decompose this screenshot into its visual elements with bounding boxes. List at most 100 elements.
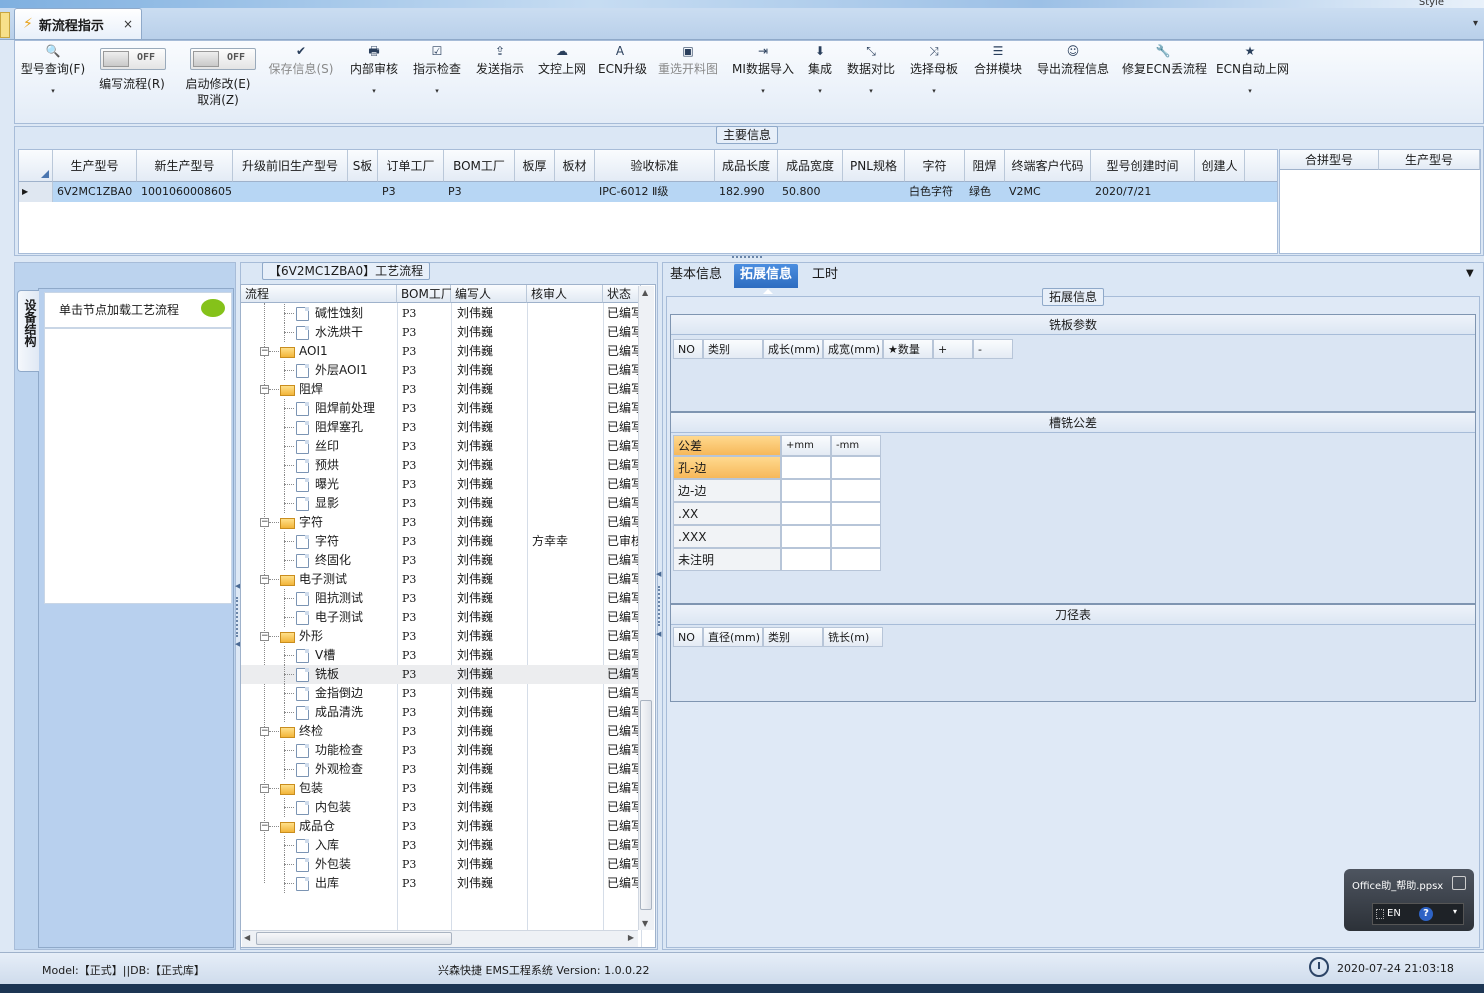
column-header[interactable]: 验收标准 <box>595 150 715 182</box>
data-compare-button[interactable]: ⤡ 数据对比 ▾ <box>845 40 897 120</box>
column-header[interactable]: 字符 <box>905 150 965 182</box>
flow-column-header[interactable]: 核审人 <box>527 285 603 303</box>
milling-column-header[interactable]: ★数量 <box>883 339 933 359</box>
plus-mm-header[interactable]: +mm <box>781 435 831 456</box>
flow-row[interactable]: 阻焊塞孔 P3 刘伟巍 已编写 <box>241 418 641 437</box>
table-cell[interactable] <box>555 182 595 202</box>
tolerance-plus-cell[interactable] <box>781 525 831 548</box>
column-header[interactable]: 订单工厂 <box>378 150 444 182</box>
table-cell[interactable]: IPC-6012 Ⅱ级 <box>595 182 715 202</box>
collapse-icon[interactable]: − <box>260 822 269 831</box>
table-cell[interactable] <box>233 182 348 202</box>
tab-new-flow[interactable]: ⚡ 新流程指示 × <box>14 8 142 39</box>
flow-row[interactable]: 外观检查 P3 刘伟巍 已编写 <box>241 760 641 779</box>
doc-control-online-button[interactable]: ☁ 文控上网 <box>536 40 588 120</box>
flow-row[interactable]: 终固化 P3 刘伟巍 已编写 <box>241 551 641 570</box>
tolerance-row-label[interactable]: 孔-边 <box>673 456 781 479</box>
flow-row[interactable]: 阻焊前处理 P3 刘伟巍 已编写 <box>241 399 641 418</box>
close-icon[interactable]: × <box>123 17 133 31</box>
flow-row[interactable]: 外包装 P3 刘伟巍 已编写 <box>241 855 641 874</box>
milling-column-header[interactable]: 成宽(mm) <box>823 339 883 359</box>
production-model-header[interactable]: 生产型号 <box>1379 150 1480 170</box>
flow-row[interactable]: − 外形 P3 刘伟巍 已编写 <box>241 627 641 646</box>
collapse-icon[interactable]: − <box>260 784 269 793</box>
milling-column-header[interactable]: NO <box>673 339 703 359</box>
tolerance-minus-cell[interactable] <box>831 525 881 548</box>
chevron-down-icon[interactable]: ▾ <box>909 87 959 95</box>
query-model-button[interactable]: 🔍 型号查询(F) ▾ <box>18 40 88 120</box>
milling-column-header[interactable]: 成长(mm) <box>763 339 823 359</box>
flow-row[interactable]: 字符 P3 刘伟巍 方幸幸 已审核 <box>241 532 641 551</box>
merge-model-header[interactable]: 合拼型号 <box>1280 150 1379 170</box>
splitter-grip[interactable] <box>732 256 762 260</box>
table-cell[interactable]: P3 <box>444 182 515 202</box>
flow-row[interactable]: − 字符 P3 刘伟巍 已编写 <box>241 513 641 532</box>
flow-row[interactable]: − 电子测试 P3 刘伟巍 已编写 <box>241 570 641 589</box>
flow-column-header[interactable]: 状态 <box>603 285 641 303</box>
flow-row[interactable]: 水洗烘干 P3 刘伟巍 已编写 <box>241 323 641 342</box>
tab-dropdown-icon[interactable]: ▼ <box>1466 268 1474 279</box>
table-cell[interactable]: 10010600086051 <box>137 182 233 202</box>
flow-row[interactable]: − 终检 P3 刘伟巍 已编写 <box>241 722 641 741</box>
flow-row[interactable]: 曝光 P3 刘伟巍 已编写 <box>241 475 641 494</box>
collapse-icon[interactable]: − <box>260 727 269 736</box>
node-hint[interactable]: 单击节点加载工艺流程 <box>44 292 232 328</box>
chevron-down-icon[interactable]: ▾ <box>412 87 462 95</box>
tool-column-header[interactable]: 直径(mm) <box>703 627 763 647</box>
file-icon[interactable] <box>1452 876 1466 890</box>
tolerance-header[interactable]: 公差 <box>673 435 781 456</box>
flow-row[interactable]: − AOI1 P3 刘伟巍 已编写 <box>241 342 641 361</box>
chevron-down-icon[interactable]: ▾ <box>845 87 897 95</box>
tolerance-row-label[interactable]: .XX <box>673 502 781 525</box>
column-header[interactable]: 终端客户代码 <box>1005 150 1091 182</box>
column-header[interactable]: 板材 <box>555 150 595 182</box>
language-dropdown-icon[interactable]: ▾ <box>1453 907 1457 916</box>
flow-row[interactable]: 电子测试 P3 刘伟巍 已编写 <box>241 608 641 627</box>
chevron-down-icon[interactable]: ▾ <box>805 87 835 95</box>
table-cell[interactable]: 绿色 <box>965 182 1005 202</box>
flow-row[interactable]: 外层AOI1 P3 刘伟巍 已编写 <box>241 361 641 380</box>
tool-column-header[interactable]: 类别 <box>763 627 823 647</box>
flow-row[interactable]: 预烘 P3 刘伟巍 已编写 <box>241 456 641 475</box>
merge-grid[interactable]: 合拼型号 生产型号 <box>1279 149 1481 254</box>
table-cell[interactable]: V2MC <box>1005 182 1091 202</box>
flow-row[interactable]: 显影 P3 刘伟巍 已编写 <box>241 494 641 513</box>
flow-row[interactable]: − 阻焊 P3 刘伟巍 已编写 <box>241 380 641 399</box>
chevron-down-icon[interactable]: ▾ <box>349 87 399 95</box>
flow-column-header[interactable]: 流程 <box>241 285 397 303</box>
tolerance-minus-cell[interactable] <box>831 456 881 479</box>
flow-row[interactable]: 功能检查 P3 刘伟巍 已编写 <box>241 741 641 760</box>
repair-ecn-flow-button[interactable]: 🔧 修复ECN丢流程 <box>1122 40 1207 120</box>
office-notification[interactable]: Office助_帮助.ppsx EN ? ▾ <box>1344 869 1474 931</box>
write-flow-button[interactable]: OFF 编写流程(R) <box>96 40 168 120</box>
help-icon[interactable]: ? <box>1419 907 1433 921</box>
collapse-icon[interactable]: − <box>260 347 269 356</box>
table-cell[interactable]: 6V2MC1ZBA0 <box>53 182 137 202</box>
write-flow-toggle[interactable]: OFF <box>100 48 166 70</box>
flow-row[interactable]: 铣板 P3 刘伟巍 已编写 <box>241 665 641 684</box>
tab-equipment-structure[interactable]: 设备结构 <box>17 290 39 372</box>
table-cell[interactable] <box>1195 182 1245 202</box>
ecn-upgrade-button[interactable]: A ECN升级 <box>598 40 647 120</box>
tool-column-header[interactable]: 铣长(m) <box>823 627 883 647</box>
collapse-ribbon-icon[interactable]: ▾ <box>1473 18 1478 29</box>
style-menu[interactable]: Style <box>1419 0 1444 8</box>
export-flow-info-button[interactable]: ☺ 导出流程信息 <box>1034 40 1112 120</box>
tab-work-hours[interactable]: 工时 <box>806 264 844 288</box>
tolerance-plus-cell[interactable] <box>781 456 831 479</box>
column-header[interactable]: 生产型号 <box>53 150 137 182</box>
tolerance-row-label[interactable]: 未注明 <box>673 548 781 571</box>
flow-tree-grid[interactable]: 流程 BOM工厂 编写人 核审人 状态 碱性蚀刻 P3 刘伟巍 已编写 水洗烘干 P3 刘伟巍 已编写 −… <box>240 284 656 948</box>
app-edge-tab[interactable] <box>0 12 10 38</box>
chevron-down-icon[interactable]: ▾ <box>18 87 88 95</box>
flow-row[interactable]: 成品清洗 P3 刘伟巍 已编写 <box>241 703 641 722</box>
milling-column-header[interactable]: + <box>933 339 973 359</box>
internal-review-button[interactable]: 🖶 内部审核 ▾ <box>349 40 399 120</box>
collapse-icon[interactable]: − <box>260 632 269 641</box>
collapse-icon[interactable]: − <box>260 575 269 584</box>
chevron-down-icon[interactable]: ▾ <box>730 87 796 95</box>
merge-module-button[interactable]: ☰ 合拼模块 <box>972 40 1024 120</box>
column-header[interactable]: 升级前旧生产型号 <box>233 150 348 182</box>
table-cell[interactable] <box>843 182 905 202</box>
tolerance-plus-cell[interactable] <box>781 502 831 525</box>
